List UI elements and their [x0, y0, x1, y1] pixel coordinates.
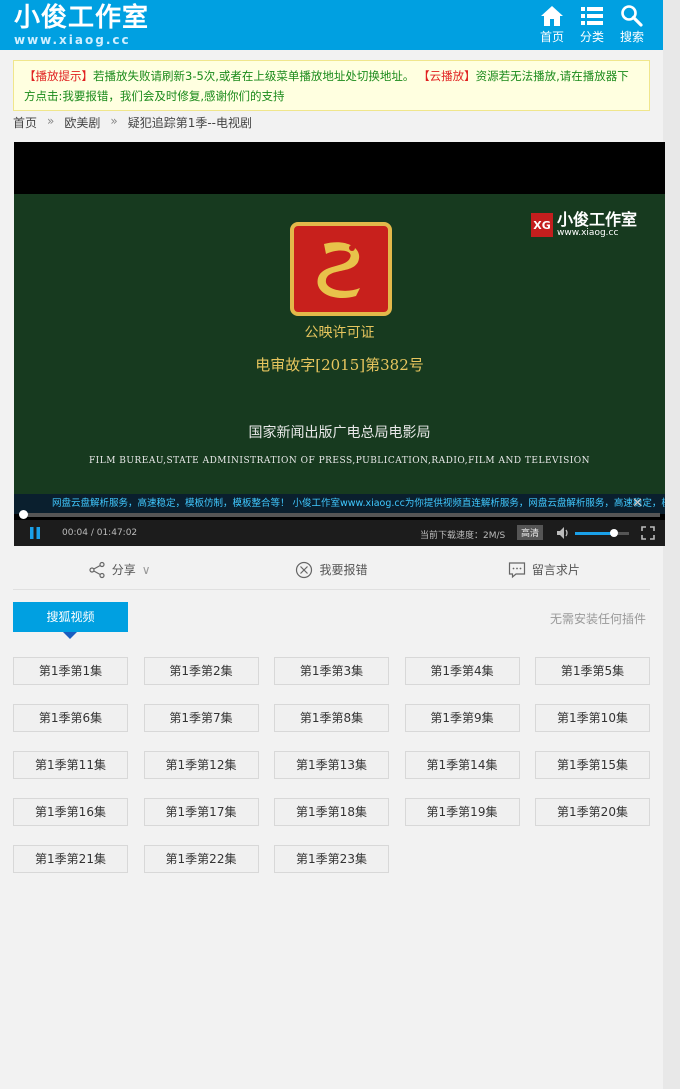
video-screen[interactable]: XG 小俊工作室 www.xiaog.cc 公映许可证 电审故字[2015]第3… — [14, 194, 665, 494]
breadcrumb: 首页 » 欧美剧 » 疑犯追踪第1季--电视剧 — [13, 114, 252, 131]
logo-title: 小俊工作室 — [14, 3, 150, 33]
episode-button[interactable]: 第1季第23集 — [274, 845, 389, 873]
episode-button[interactable]: 第1季第7集 — [143, 704, 259, 732]
breadcrumb-current: 疑犯追踪第1季--电视剧 — [127, 116, 253, 130]
logo-url: www.xiaog.cc — [14, 33, 131, 47]
request-movie-label: 留言求片 — [531, 563, 580, 577]
film-bureau-cn: 国家新闻出版广电总局电影局 — [248, 425, 431, 441]
share-icon — [89, 561, 105, 578]
episode-button[interactable]: 第1季第9集 — [404, 704, 520, 732]
nav-home-label: 首页 — [539, 30, 564, 44]
message-icon — [508, 561, 525, 578]
download-speed: 当前下载速度：2M/S — [420, 531, 506, 541]
nav-home[interactable]: 首页 — [539, 5, 565, 45]
episode-button[interactable]: 第1季第21集 — [13, 845, 128, 873]
episode-button[interactable]: 第1季第10集 — [535, 704, 650, 732]
episode-button[interactable]: 第1季第3集 — [274, 657, 389, 685]
page: 小俊工作室 www.xiaog.cc 首页 分类 搜索 【播放提示】若播放失败请… — [0, 0, 665, 1089]
episode-button[interactable]: 第1季第13集 — [274, 751, 389, 779]
dragon-logo-icon — [290, 222, 392, 316]
time-separator: / — [90, 528, 94, 538]
volume-fill — [575, 532, 614, 535]
episode-button[interactable]: 第1季第15集 — [535, 751, 650, 779]
breadcrumb-separator: » — [47, 114, 55, 128]
volume-handle[interactable] — [609, 529, 618, 537]
quality-button[interactable]: 高清 — [517, 525, 544, 540]
search-icon — [621, 5, 643, 27]
volume-icon[interactable] — [556, 526, 570, 540]
action-bar: 分享 ∨ 我要报错 留言求片 — [13, 550, 650, 590]
fullscreen-icon[interactable] — [641, 526, 655, 540]
nav-search[interactable]: 搜索 — [619, 5, 645, 45]
request-movie-button[interactable]: 留言求片 — [438, 550, 650, 589]
episode-button[interactable]: 第1季第16集 — [13, 798, 128, 826]
episode-button[interactable]: 第1季第18集 — [274, 798, 389, 826]
home-icon — [541, 6, 563, 26]
report-icon — [296, 561, 313, 578]
list-icon — [581, 7, 603, 25]
episode-button[interactable]: 第1季第12集 — [143, 751, 259, 779]
film-bureau-en: FILM BUREAU,STATE ADMINISTRATION OF PRES… — [88, 456, 591, 466]
episode-button[interactable]: 第1季第2集 — [143, 657, 259, 685]
breadcrumb-category[interactable]: 欧美剧 — [64, 114, 100, 131]
scrollbar[interactable] — [663, 0, 680, 1089]
episode-button[interactable]: 第1季第19集 — [404, 798, 520, 826]
play-notice: 【播放提示】若播放失败请刷新3-5次,或者在上级菜单播放地址处切换地址。 【云播… — [13, 60, 650, 111]
time-display: 00:04 / 01:47:02 — [62, 528, 137, 538]
source-note: 无需安装任何插件 — [549, 612, 646, 626]
player-controls: 00:04 / 01:47:02 当前下载速度：2M/S 高清 — [14, 520, 665, 546]
chevron-down-icon: ∨ — [141, 562, 151, 577]
time-total: 01:47:02 — [96, 528, 138, 538]
notice-tag-play: 【播放提示】 — [24, 69, 93, 83]
share-button[interactable]: 分享 ∨ — [13, 550, 225, 589]
episode-list: 第1季第1集 第1季第2集 第1季第3集 第1季第4集 第1季第5集 第1季第6集 第1季第… — [13, 657, 650, 873]
episode-button[interactable]: 第1季第8集 — [274, 704, 389, 732]
pause-icon[interactable] — [28, 526, 42, 540]
report-error-button[interactable]: 我要报错 — [225, 550, 437, 589]
source-tab-sohu[interactable]: 搜狐视频 — [13, 602, 128, 639]
episode-button[interactable]: 第1季第14集 — [404, 751, 520, 779]
time-current: 00:04 — [62, 528, 88, 538]
marquee-close-icon[interactable]: ✕ — [632, 496, 643, 512]
progress-handle[interactable] — [19, 510, 29, 519]
episode-button[interactable]: 第1季第20集 — [535, 798, 650, 826]
episode-button[interactable]: 第1季第6集 — [13, 704, 128, 732]
header: 小俊工作室 www.xiaog.cc 首页 分类 搜索 — [0, 0, 663, 50]
episode-button[interactable]: 第1季第5集 — [535, 657, 650, 685]
player-watermark: XG 小俊工作室 www.xiaog.cc — [530, 210, 637, 238]
watermark-title: 小俊工作室 — [556, 210, 637, 229]
top-nav: 首页 分类 搜索 — [539, 5, 645, 45]
logo[interactable]: 小俊工作室 www.xiaog.cc — [14, 3, 164, 49]
player-marquee: 网盘云盘解析服务，高速稳定，模板仿制，模板整合等！ 小俊工作室www.xiaog… — [14, 494, 665, 514]
film-license-title: 公映许可证 — [304, 325, 375, 341]
nav-search-label: 搜索 — [619, 30, 644, 44]
share-label: 分享 — [111, 563, 136, 577]
film-license-number: 电审故字[2015]第382号 — [255, 356, 424, 374]
volume-slider[interactable] — [575, 529, 629, 537]
breadcrumb-home[interactable]: 首页 — [13, 114, 37, 131]
watermark-logo-icon: XG — [530, 213, 553, 237]
notice-text-play: 若播放失败请刷新3-5次,或者在上级菜单播放地址处切换地址。 — [93, 69, 415, 83]
nav-category[interactable]: 分类 — [579, 5, 605, 45]
episode-button[interactable]: 第1季第17集 — [143, 798, 259, 826]
episode-button[interactable]: 第1季第22集 — [143, 845, 259, 873]
report-error-label: 我要报错 — [319, 563, 368, 577]
episode-button[interactable]: 第1季第11集 — [13, 751, 128, 779]
episode-button[interactable]: 第1季第4集 — [404, 657, 520, 685]
breadcrumb-separator: » — [110, 114, 118, 128]
episode-button[interactable]: 第1季第1集 — [13, 657, 128, 685]
video-player[interactable]: XG 小俊工作室 www.xiaog.cc 公映许可证 电审故字[2015]第3… — [14, 142, 665, 546]
notice-tag-cloud: 【云播放】 — [418, 69, 476, 83]
nav-category-label: 分类 — [579, 30, 604, 44]
progress-bar[interactable] — [19, 510, 660, 519]
watermark-url: www.xiaog.cc — [556, 228, 619, 238]
